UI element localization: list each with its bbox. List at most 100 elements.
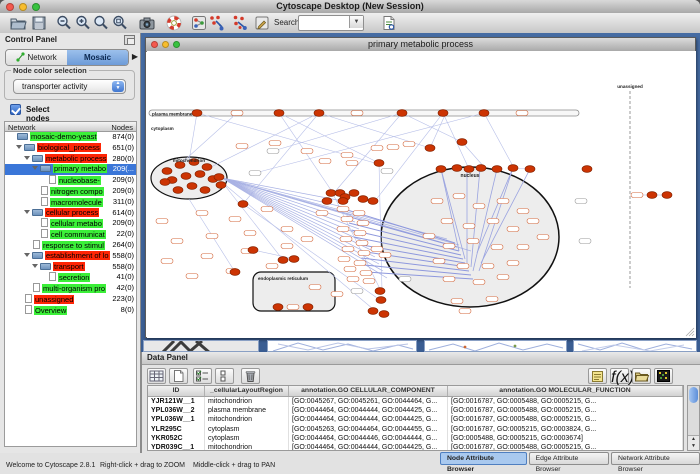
create-attribute-icon[interactable] xyxy=(169,368,188,384)
expand-triangle-icon[interactable] xyxy=(24,210,30,214)
expand-triangle-icon[interactable] xyxy=(32,264,38,268)
folder-icon xyxy=(24,144,35,151)
tree-row[interactable]: nitrogen compo209(0) xyxy=(5,186,136,197)
tree-row[interactable]: transport558(0) xyxy=(5,262,136,273)
svg-text:mitochondrion: mitochondrion xyxy=(173,158,205,163)
open-folder-icon[interactable] xyxy=(9,14,27,32)
table-cell: [GO:0045263, GO:0044464, GO:0044455, G..… xyxy=(289,425,448,434)
tree-row-label: secretion xyxy=(58,273,90,282)
notepad-icon[interactable] xyxy=(588,368,607,384)
tree-row-label: unassigned xyxy=(34,295,74,304)
table-row[interactable]: YPL036W__1mitochondrion[GO:0044464, GO:0… xyxy=(148,415,683,424)
document-icon xyxy=(25,294,32,303)
search-input[interactable]: ▼ xyxy=(298,15,364,31)
expand-triangle-icon[interactable] xyxy=(24,253,30,257)
tree-row[interactable]: establishment of lo558(0) xyxy=(5,251,136,262)
tree-row[interactable]: multi-organism pro42(0) xyxy=(5,283,136,294)
scrollbar-arrows[interactable]: ▲▼ xyxy=(688,435,699,450)
table-row[interactable]: YDR039C__1mitochondrion[GO:0044464, GO:0… xyxy=(148,443,683,451)
column-header[interactable]: annotation.GO CELLULAR_COMPONENT xyxy=(289,386,448,396)
tree-row[interactable]: metabolic process280(0) xyxy=(5,154,136,165)
column-header[interactable]: ID xyxy=(148,386,205,396)
table-row[interactable]: YJR121W__1mitochondrion[GO:0045267, GO:0… xyxy=(148,397,683,406)
network-window[interactable]: primary metabolic process plasma membran… xyxy=(145,37,696,338)
enhanced-search-icon[interactable] xyxy=(380,14,398,32)
zoom-fit-icon[interactable] xyxy=(111,14,129,32)
tree-row[interactable]: secretion41(0) xyxy=(5,272,136,283)
tab-mosaic[interactable]: Mosaic xyxy=(67,50,128,65)
layout-b-icon[interactable] xyxy=(231,14,249,32)
save-icon[interactable] xyxy=(30,14,48,32)
document-icon xyxy=(49,272,56,281)
matrix-icon[interactable] xyxy=(654,368,673,384)
tree-row[interactable]: primary metabo209(... xyxy=(5,164,136,175)
tree-row-label: cell communicat xyxy=(50,230,106,239)
network-thumbnail-3[interactable] xyxy=(573,340,697,352)
network-canvas[interactable]: plasma membranecytoplasmmitochondrionnuc… xyxy=(147,51,696,343)
attribute-table[interactable]: ID_cellularLayoutRegionannotation.GO CEL… xyxy=(147,385,684,451)
column-header[interactable]: annotation.GO MOLECULAR_FUNCTION xyxy=(448,386,683,396)
table-cell: [GO:0016787, GO:0005488, GO:0005215, G..… xyxy=(448,443,683,451)
tree-row-count: 22(0) xyxy=(116,229,134,240)
combo-stepper-icon[interactable]: ▲▼ xyxy=(112,81,124,92)
tree-row-count: 264(0) xyxy=(112,240,134,251)
select-attributes-icon[interactable] xyxy=(193,368,212,384)
annotation-icon[interactable] xyxy=(253,14,271,32)
scrollbar-thumb[interactable] xyxy=(689,387,698,403)
snapshot-icon[interactable] xyxy=(138,14,156,32)
float-panel-icon[interactable] xyxy=(124,35,135,45)
tree-row-label: mosaic-demo-yeast xyxy=(30,132,97,141)
tree-row-count: 311(0) xyxy=(113,197,134,208)
expand-triangle-icon[interactable] xyxy=(32,166,38,170)
attribute-table-header[interactable]: ID_cellularLayoutRegionannotation.GO CEL… xyxy=(148,386,683,397)
expand-triangle-icon[interactable] xyxy=(24,156,30,160)
tree-row[interactable]: Overview8(0) xyxy=(5,305,136,316)
import-attributes-icon[interactable] xyxy=(632,368,651,384)
tree-row[interactable]: nucleobase-209(0) xyxy=(5,175,136,186)
tree-row[interactable]: unassigned223(0) xyxy=(5,294,136,305)
search-dropdown-arrow[interactable]: ▼ xyxy=(349,16,363,28)
tree-row[interactable]: cellular metabo209(0) xyxy=(5,218,136,229)
layout-a-icon[interactable] xyxy=(208,14,226,32)
zoom-out-icon[interactable] xyxy=(55,14,73,32)
table-row[interactable]: YLR295Ccytoplasm[GO:0045263, GO:0044464,… xyxy=(148,425,683,434)
column-header[interactable]: _cellularLayoutRegion xyxy=(205,386,289,396)
tree-row[interactable]: cell communicat 22(0) xyxy=(5,229,136,240)
attribute-table-icon[interactable] xyxy=(147,368,166,384)
tab-network[interactable]: Network xyxy=(6,50,67,65)
table-cell: plasma membrane xyxy=(205,406,289,415)
zoom-selected-icon[interactable] xyxy=(92,14,110,32)
select-nodes-checkbox[interactable] xyxy=(10,104,21,115)
network-thumbnail-1[interactable] xyxy=(267,340,417,352)
tree-row[interactable]: biological_process651(0) xyxy=(5,143,136,154)
table-cell: cytoplasm xyxy=(205,425,289,434)
document-icon xyxy=(41,218,48,227)
document-icon xyxy=(49,175,56,184)
help-ring-icon[interactable] xyxy=(165,14,183,32)
tree-row[interactable]: mosaic-demo-yeast874(0) xyxy=(5,132,136,143)
table-scrollbar[interactable]: ▲▼ xyxy=(687,385,700,451)
more-tabs-arrow[interactable]: ▶ xyxy=(132,52,138,61)
tree-row-count: 209(... xyxy=(113,164,134,175)
tree-row[interactable]: response to stimul264(0) xyxy=(5,240,136,251)
tree-row[interactable]: cellular process614(0) xyxy=(5,208,136,219)
zoom-in-icon[interactable] xyxy=(74,14,92,32)
tree-row[interactable]: macromolecule311(0) xyxy=(5,197,136,208)
delete-attribute-icon[interactable] xyxy=(241,368,260,384)
tree-row-count: 209(0) xyxy=(112,186,134,197)
background-logo-tile xyxy=(143,340,259,352)
network-overview-icon[interactable] xyxy=(190,14,208,32)
expand-triangle-icon[interactable] xyxy=(16,145,22,149)
tree-row-label: metabolic process xyxy=(45,154,107,163)
table-cell: YPL036W__1 xyxy=(148,415,205,424)
network-thumbnail-2[interactable] xyxy=(424,340,567,352)
tree-row-count: 209(0) xyxy=(112,218,134,229)
formula-icon[interactable]: f(x) xyxy=(610,368,629,384)
window-title: Cytoscape Desktop (New Session) xyxy=(0,1,700,11)
unselect-attributes-icon[interactable] xyxy=(215,368,234,384)
node-color-select[interactable]: transporter activity ▲▼ xyxy=(13,79,126,94)
tree-row-count: 42(0) xyxy=(116,283,134,294)
table-row[interactable]: YPL036W__2plasma membrane[GO:0044464, GO… xyxy=(148,406,683,415)
network-tree: mosaic-demo-yeast874(0)biological_proces… xyxy=(4,132,137,447)
table-row[interactable]: YKR052Ccytoplasm[GO:0044464, GO:0044446,… xyxy=(148,434,683,443)
